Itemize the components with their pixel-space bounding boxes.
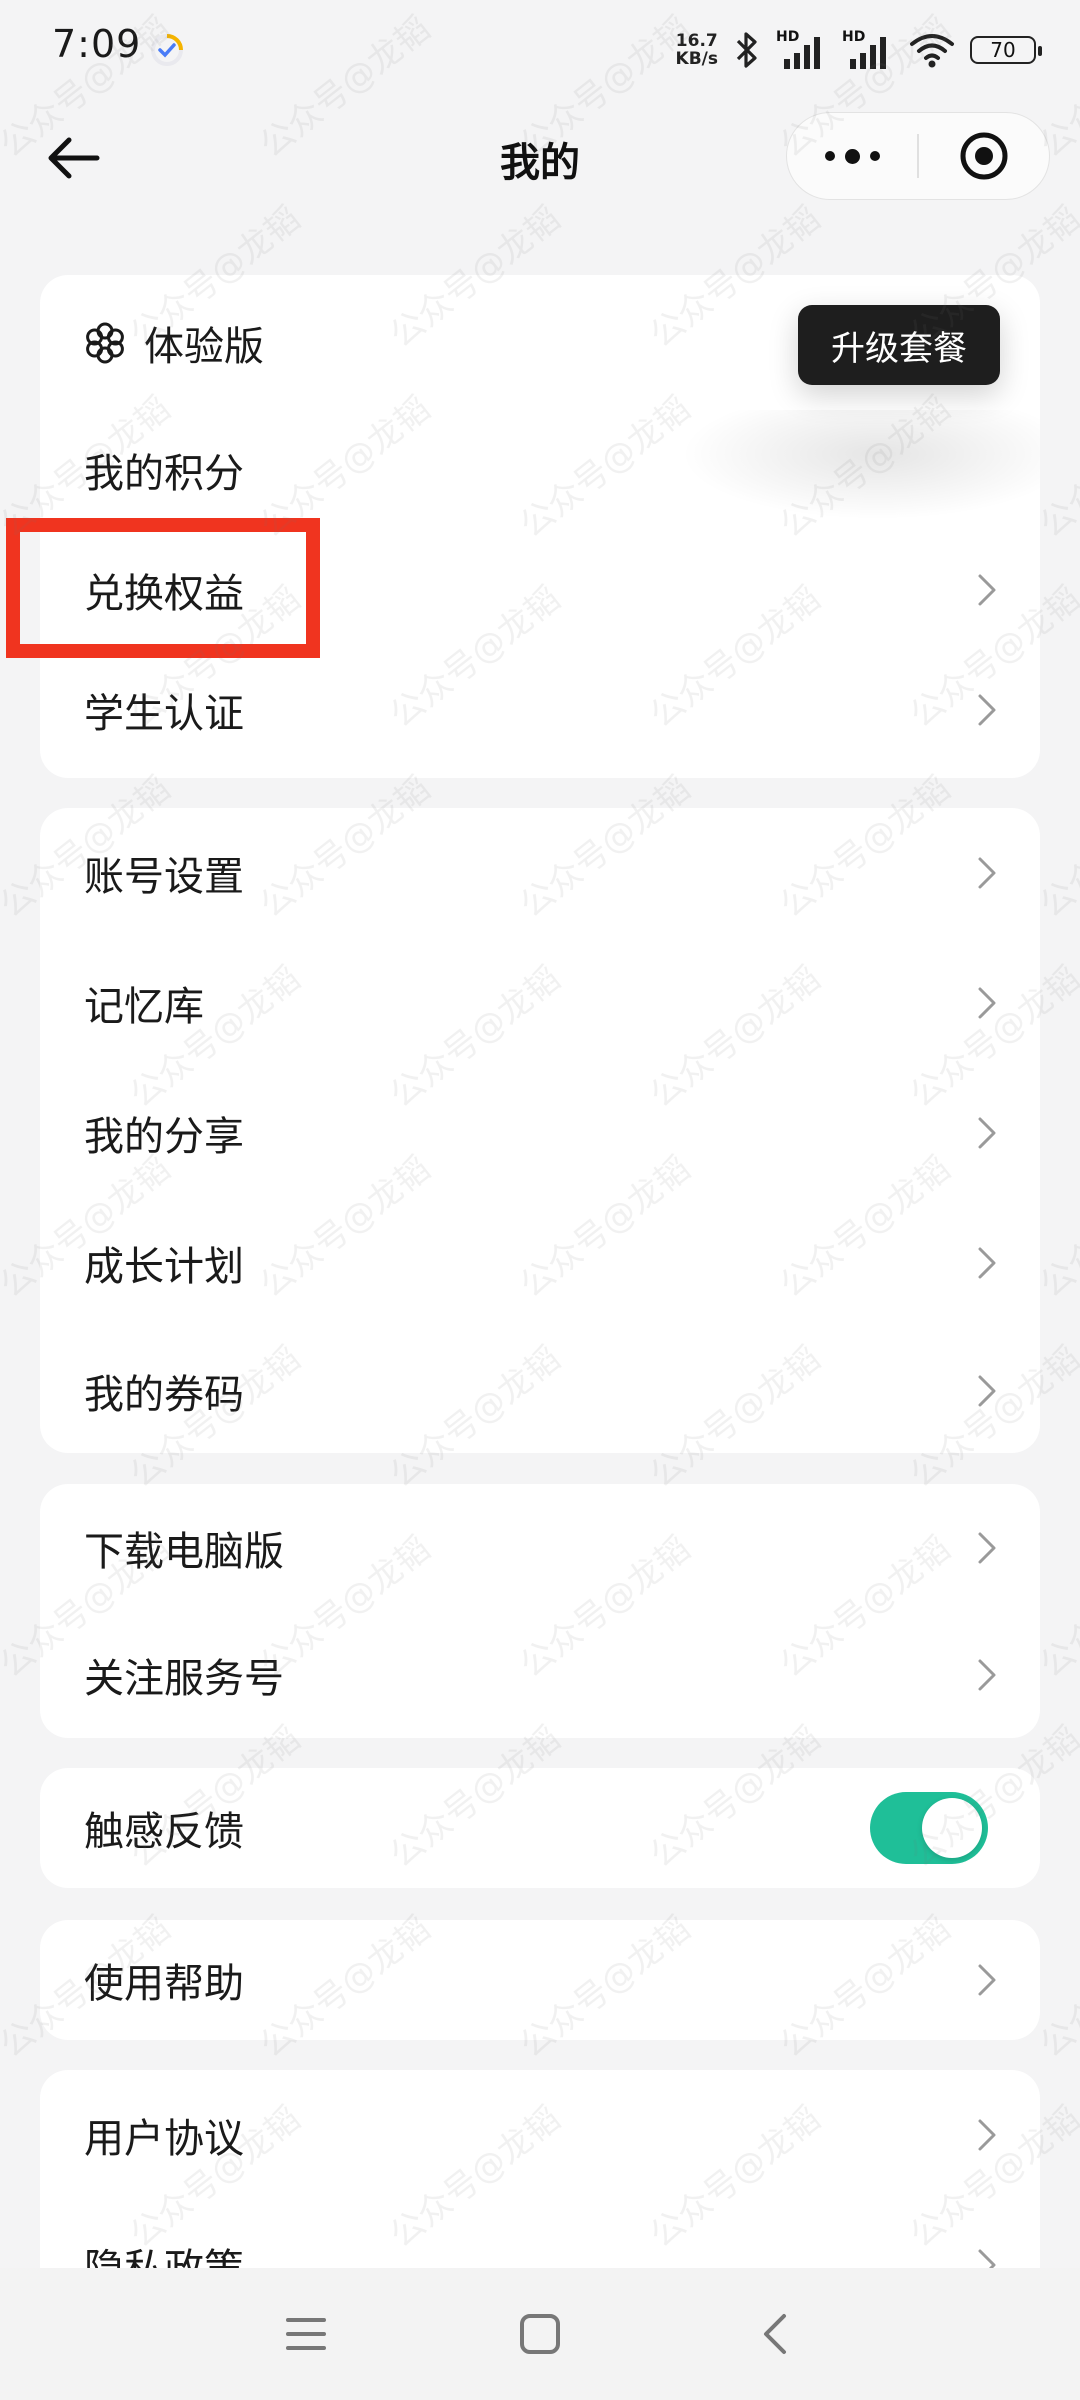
more-dot-icon <box>869 151 880 161</box>
menu-item-label: 记忆库 <box>84 984 204 1030</box>
haptic-feedback-label: 触感反馈 <box>84 1809 244 1855</box>
network-speed: 16.7 KB/s <box>676 32 718 68</box>
target-close-icon <box>960 132 1008 180</box>
snowflake-icon <box>86 322 124 363</box>
network-speed-unit: KB/s <box>675 49 718 69</box>
recent-apps-button[interactable] <box>270 2298 342 2370</box>
chevron-right-icon <box>978 2119 996 2151</box>
home-button[interactable] <box>504 2298 576 2370</box>
cell-signal-1: HD <box>776 29 828 71</box>
back-button[interactable] <box>38 128 108 188</box>
toggle-knob <box>922 1798 982 1858</box>
menu-item-account-settings[interactable]: 账号设置 <box>40 808 1040 938</box>
chevron-right-icon <box>978 857 996 889</box>
menu-item-label: 我的分享 <box>84 1114 244 1160</box>
menu-item-user-agreement[interactable]: 用户协议 <box>40 2070 1040 2200</box>
menu-item-my-shares[interactable]: 我的分享 <box>40 1068 1040 1198</box>
plan-name: 体验版 <box>144 323 264 370</box>
menu-item-label: 成长计划 <box>84 1244 244 1290</box>
signal-bars-icon <box>784 37 820 69</box>
upgrade-plan-button[interactable]: 升级套餐 <box>798 305 1000 385</box>
chevron-right-icon <box>978 1117 996 1149</box>
menu-item-label: 账号设置 <box>84 854 244 900</box>
chevron-right-icon <box>978 1659 996 1690</box>
haptic-card: 触感反馈 <box>40 1768 1040 1888</box>
cell-signal-2: HD <box>842 29 894 71</box>
highlight-annotation-box <box>6 518 320 658</box>
chevron-right-icon <box>978 987 996 1019</box>
menu-item-help[interactable]: 使用帮助 <box>40 1920 1040 2040</box>
menu-item-label: 我的积分 <box>84 451 244 497</box>
close-miniprogram-button[interactable] <box>919 113 1049 199</box>
menu-item-label: 学生认证 <box>84 691 244 737</box>
haptic-feedback-row: 触感反馈 <box>40 1768 1040 1888</box>
more-dot-icon <box>844 148 860 164</box>
battery-indicator: 70 <box>970 36 1042 64</box>
status-time: 7:09 <box>52 22 142 66</box>
download-card: 下载电脑版 关注服务号 <box>40 1484 1040 1738</box>
plan-header-row: 体验版 升级套餐 <box>40 275 1040 410</box>
wifi-icon <box>910 34 954 68</box>
signal-bars-icon <box>850 37 886 69</box>
menu-item-my-coupons[interactable]: 我的券码 <box>40 1328 1040 1453</box>
miniprogram-capsule <box>786 112 1050 200</box>
menu-item-label: 用户协议 <box>84 2116 244 2162</box>
menu-item-follow-service-account[interactable]: 关注服务号 <box>40 1611 1040 1738</box>
arrow-left-icon <box>48 137 100 179</box>
chevron-right-icon <box>978 1532 996 1563</box>
system-back-button[interactable] <box>738 2298 810 2370</box>
menu-lines-icon <box>286 2318 326 2350</box>
status-bar: 7:09 16.7 KB/s HD HD 70 <box>0 0 1080 100</box>
menu-item-label: 下载电脑版 <box>84 1528 284 1575</box>
menu-item-label: 关注服务号 <box>84 1655 284 1702</box>
app-notification-icon <box>151 34 183 66</box>
chevron-left-icon <box>764 2314 786 2354</box>
menu-item-memory-bank[interactable]: 记忆库 <box>40 938 1040 1068</box>
menu-item-label: 使用帮助 <box>84 1961 244 2007</box>
chevron-right-icon <box>978 1247 996 1279</box>
menu-item-points[interactable]: 我的积分 <box>40 410 1040 530</box>
help-card: 使用帮助 <box>40 1920 1040 2040</box>
menu-item-label: 我的券码 <box>84 1371 244 1418</box>
network-speed-value: 16.7 <box>675 31 718 51</box>
chevron-right-icon <box>978 1375 996 1406</box>
menu-item-student-verification[interactable]: 学生认证 <box>40 650 1040 770</box>
more-dot-icon <box>824 151 835 161</box>
more-button[interactable] <box>787 113 917 199</box>
menu-item-download-desktop[interactable]: 下载电脑版 <box>40 1484 1040 1611</box>
bluetooth-icon <box>736 32 757 68</box>
chevron-right-icon <box>978 694 996 726</box>
menu-item-growth-plan[interactable]: 成长计划 <box>40 1198 1040 1328</box>
system-navigation-bar <box>0 2268 1080 2400</box>
chevron-right-icon <box>978 1964 996 1996</box>
chevron-right-icon <box>978 574 996 606</box>
account-card: 账号设置 记忆库 我的分享 成长计划 我的券码 <box>40 808 1040 1453</box>
navigation-bar: 我的 <box>0 100 1080 212</box>
home-square-icon <box>520 2314 560 2354</box>
haptic-feedback-toggle[interactable] <box>870 1792 988 1864</box>
